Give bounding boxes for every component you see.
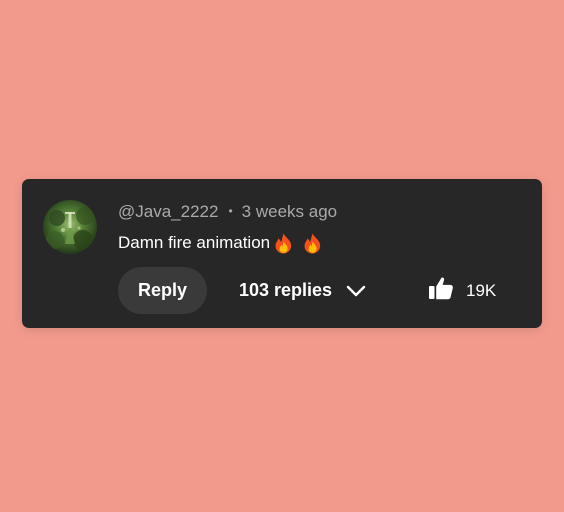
chevron-down-icon [346,285,366,297]
author-handle[interactable]: @Java_2222 [118,202,218,222]
fire-emoji [274,233,293,254]
timestamp[interactable]: 3 weeks ago [242,202,337,222]
avatar-image [43,200,97,254]
reply-button[interactable]: Reply [118,267,207,314]
avatar[interactable] [43,200,97,254]
like-count: 19K [466,280,497,300]
comment-header: @Java_2222 • 3 weeks ago [118,201,337,223]
fire-emoji [303,233,322,254]
view-replies-button[interactable]: 103 replies [239,267,366,314]
comment-card: @Java_2222 • 3 weeks ago Damn fire anima… [22,179,542,328]
meta-separator: • [228,204,233,218]
comment-text: Damn fire animation [118,233,271,252]
thumbs-up-icon [428,276,454,305]
comment-text-line: Damn fire animation [118,232,322,254]
like-button[interactable]: 19K [428,267,496,314]
replies-count-label: 103 replies [239,280,333,300]
